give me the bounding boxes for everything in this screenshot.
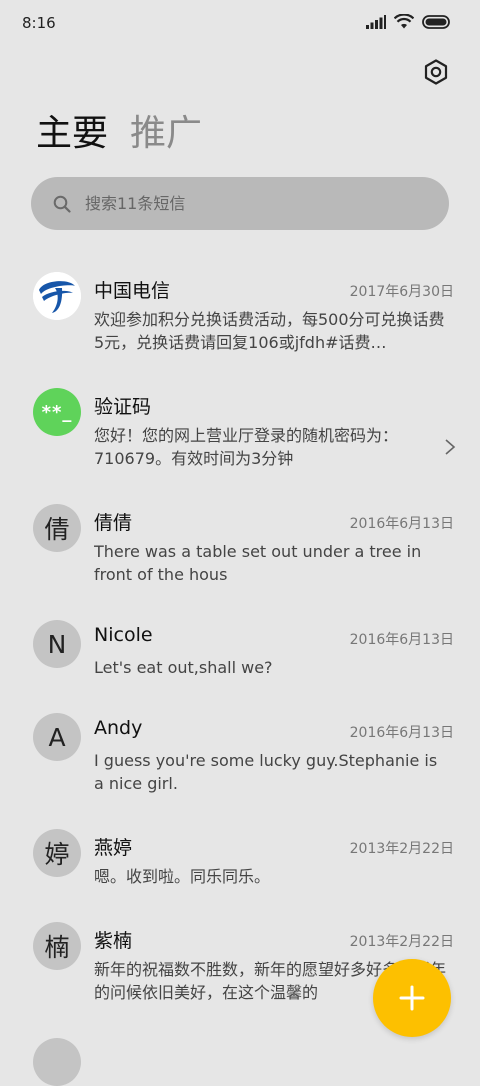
message-date: 2016年6月13日 (349, 725, 454, 741)
message-preview: Let's eat out,shall we? (94, 658, 273, 677)
status-bar: 8:16 (0, 0, 480, 46)
settings-gear-icon (424, 59, 448, 85)
avatar: N (33, 620, 81, 668)
message-item[interactable]: 倩 倩倩 2016年6月13日 There was a table set ou… (0, 500, 480, 616)
message-item[interactable]: 中国电信 2017年6月30日 欢迎参加积分兑换话费活动，每500分可兑换话费5… (0, 268, 480, 384)
new-message-button[interactable] (373, 959, 451, 1037)
search-icon (53, 195, 71, 213)
message-item[interactable]: A Andy 2016年6月13日 I guess you're some lu… (0, 709, 480, 825)
avatar: 倩 (33, 504, 81, 552)
tab-primary[interactable]: 主要 (36, 110, 108, 158)
battery-icon (422, 14, 450, 29)
chevron-right-icon (445, 439, 456, 455)
sender-name: 紫楠 (94, 930, 133, 952)
sender-name: Nicole (94, 624, 153, 646)
message-preview: I guess you're some lucky guy.Stephanie … (94, 751, 438, 793)
search-input[interactable] (83, 193, 407, 214)
message-tabs: 主要 推广 (36, 110, 202, 158)
status-icons (366, 14, 450, 29)
sender-name: 倩倩 (94, 512, 133, 534)
message-preview: 嗯。收到啦。同乐同乐。 (94, 867, 271, 886)
message-item[interactable]: 婷 燕婷 2013年2月22日 嗯。收到啦。同乐同乐。 (0, 825, 480, 918)
message-preview: There was a table set out under a tree i… (94, 542, 422, 584)
sender-name: 中国电信 (94, 280, 171, 302)
wifi-icon (394, 14, 414, 29)
avatar: A (33, 713, 81, 761)
message-date: 2013年2月22日 (349, 841, 454, 857)
avatar: 婷 (33, 829, 81, 877)
message-item-partial[interactable] (0, 1034, 480, 1086)
status-time: 8:16 (22, 14, 56, 32)
message-date: 2013年2月22日 (349, 934, 454, 950)
avatar (33, 1038, 81, 1086)
message-item[interactable]: **_ 验证码 您好！您的网上营业厅登录的随机密码为：710679。有效时间为3… (0, 384, 480, 500)
message-date: 2016年6月13日 (349, 632, 454, 648)
message-list: 中国电信 2017年6月30日 欢迎参加积分兑换话费活动，每500分可兑换话费5… (0, 268, 480, 1086)
avatar: 楠 (33, 922, 81, 970)
message-date: 2017年6月30日 (349, 284, 454, 300)
message-item[interactable]: N Nicole 2016年6月13日 Let's eat out,shall … (0, 616, 480, 709)
settings-button[interactable] (422, 58, 450, 86)
sender-name: Andy (94, 717, 143, 739)
plus-icon (399, 985, 425, 1011)
search-bar[interactable] (31, 177, 449, 230)
tab-promotions[interactable]: 推广 (130, 110, 202, 158)
message-preview: 欢迎参加积分兑换话费活动，每500分可兑换话费5元，兑换话费请回复106或jfd… (94, 310, 445, 352)
signal-icon (366, 14, 386, 29)
sender-name: 燕婷 (94, 837, 133, 859)
china-telecom-logo-icon (33, 272, 81, 320)
avatar (33, 272, 81, 320)
sender-name: 验证码 (94, 396, 152, 418)
message-date: 2016年6月13日 (349, 516, 454, 532)
avatar: **_ (33, 388, 81, 436)
message-preview: 您好！您的网上营业厅登录的随机密码为：710679。有效时间为3分钟 (94, 426, 399, 468)
